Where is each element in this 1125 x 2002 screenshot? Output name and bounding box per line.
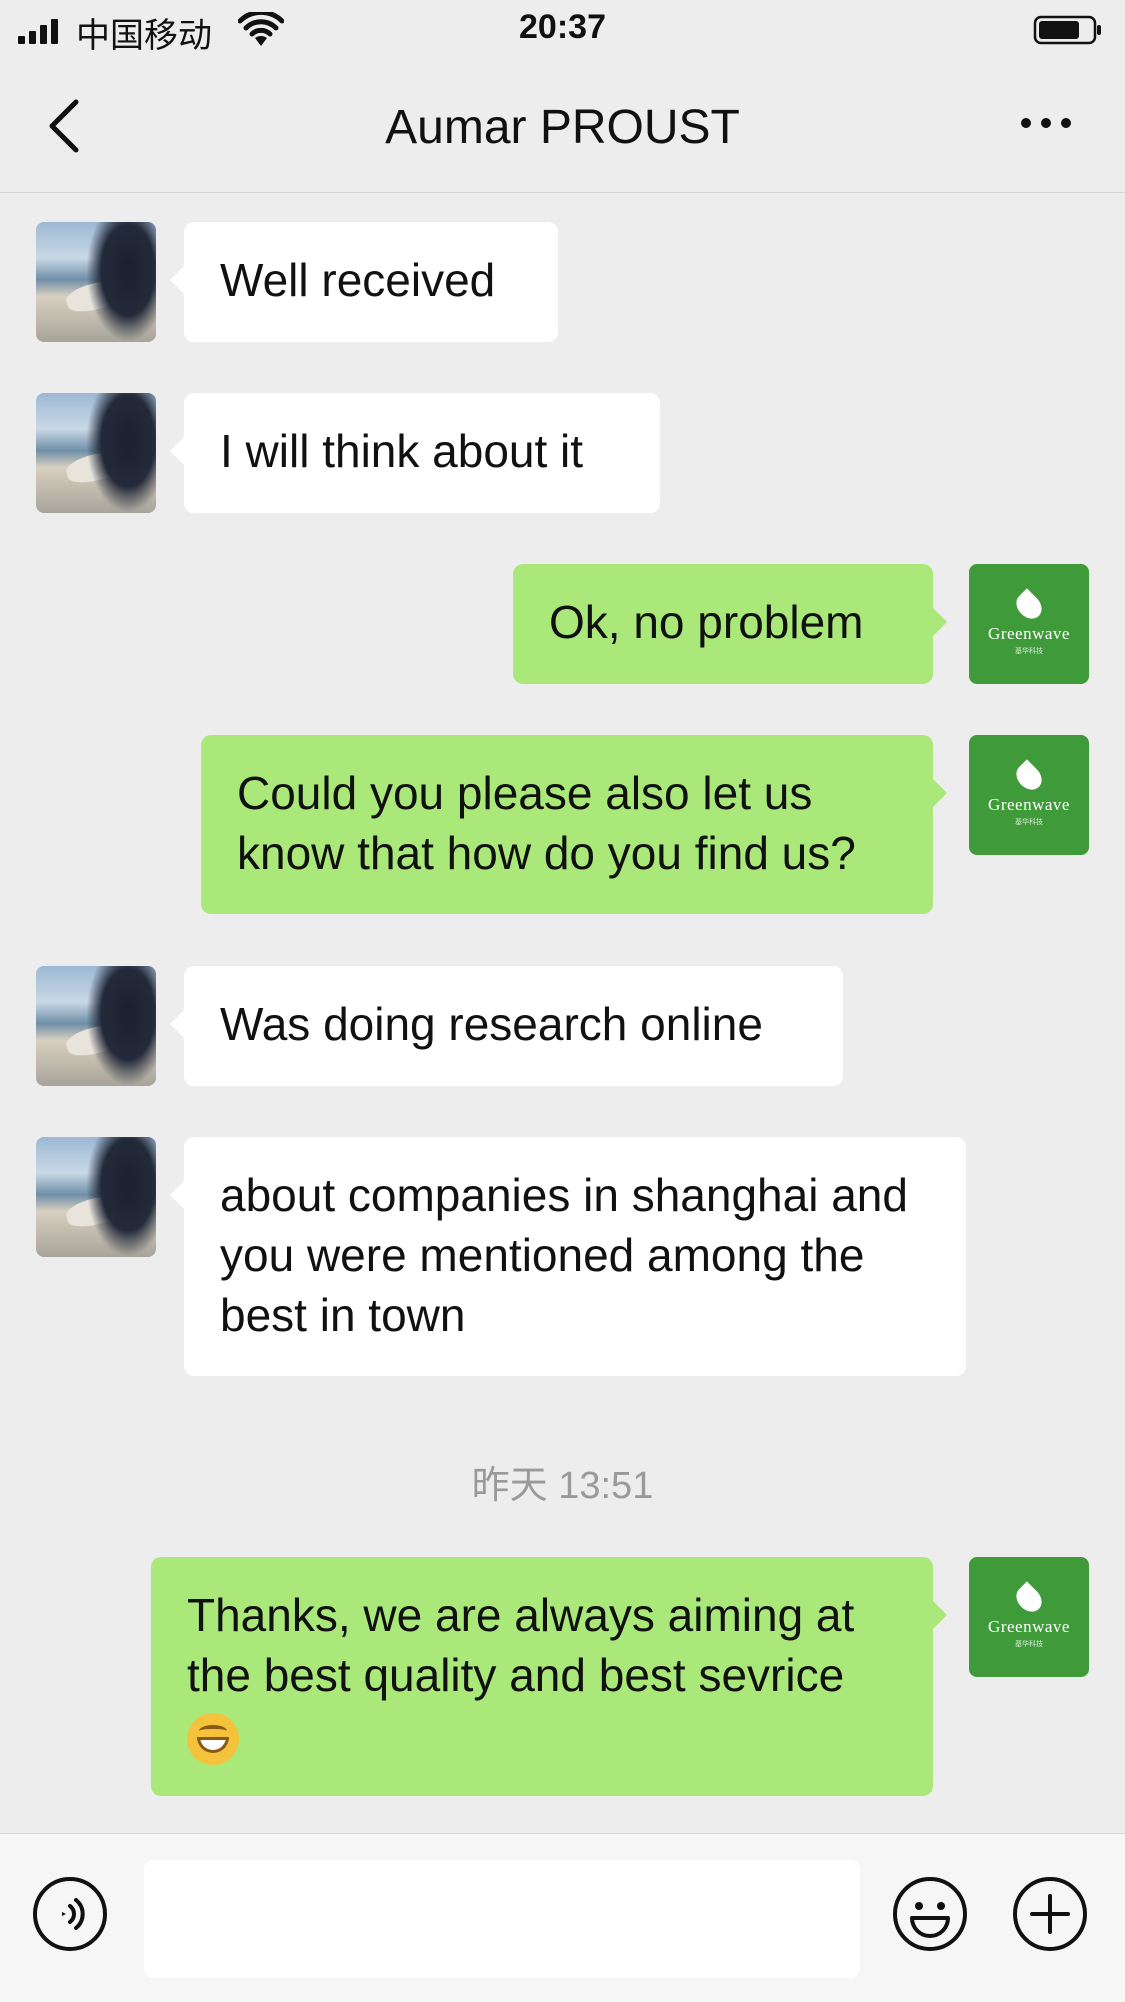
battery-icon <box>1033 15 1101 45</box>
clock: 20:37 <box>519 8 606 46</box>
timestamp: 昨天 13:51 <box>471 1465 654 1507</box>
brand-avatar[interactable]: Greenwave 基华科技 <box>969 1557 1089 1677</box>
message-bubble[interactable]: about companies in shanghai and you were… <box>170 1137 966 1376</box>
message-text: Thanks, we are always aiming at the best… <box>187 1589 855 1701</box>
message-bubble[interactable]: Was doing research online <box>170 966 843 1086</box>
grin-emoji-icon <box>187 1712 239 1765</box>
brand-avatar[interactable]: Greenwave 基华科技 <box>969 735 1089 855</box>
message-bubble[interactable]: Could you please also let us know that h… <box>201 735 947 914</box>
message-bubble[interactable]: Thanks, we are always aiming at the best… <box>151 1557 947 1796</box>
message-input[interactable] <box>144 1860 860 1978</box>
contact-avatar[interactable] <box>36 393 156 513</box>
voice-icon[interactable] <box>32 1876 108 1952</box>
leaf-icon <box>1011 588 1047 624</box>
status-bar: 中国移动 20:37 <box>0 0 1125 62</box>
contact-avatar[interactable] <box>36 966 156 1086</box>
input-bar <box>0 1833 1125 2002</box>
leaf-icon <box>1011 759 1047 795</box>
contact-avatar[interactable] <box>36 1137 156 1257</box>
more-icon[interactable] <box>1021 118 1071 128</box>
contact-avatar[interactable] <box>36 222 156 342</box>
plus-icon[interactable] <box>1012 1876 1088 1952</box>
emoji-icon[interactable] <box>892 1876 968 1952</box>
chat-title: Aumar PROUST <box>385 101 740 154</box>
leaf-icon <box>1011 1581 1047 1617</box>
message-bubble[interactable]: Well received <box>170 222 558 342</box>
message-bubble[interactable]: I will think about it <box>170 393 660 513</box>
nav-bar: Aumar PROUST <box>0 62 1125 193</box>
message-bubble[interactable]: Ok, no problem <box>513 564 947 684</box>
brand-avatar[interactable]: Greenwave 基华科技 <box>969 564 1089 684</box>
